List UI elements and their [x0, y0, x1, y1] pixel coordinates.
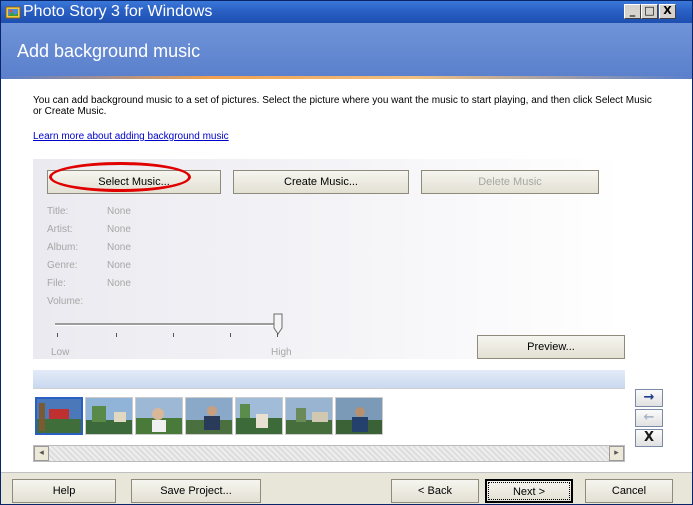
filmstrip-header: [33, 370, 625, 388]
delete-music-button[interactable]: Delete Music: [421, 170, 599, 194]
cancel-button[interactable]: Cancel: [585, 479, 673, 503]
filmstrip-thumbnail[interactable]: [335, 397, 383, 435]
filmstrip-thumbnail[interactable]: [35, 397, 83, 435]
delete-music-label: Delete Music: [478, 176, 542, 188]
genre-label: Genre:: [47, 260, 78, 271]
maximize-button[interactable]: □: [641, 4, 658, 19]
next-button[interactable]: Next >: [485, 479, 573, 503]
volume-label: Volume:: [47, 296, 84, 307]
photo-story-app-icon: [5, 6, 21, 19]
page-title: Add background music: [17, 41, 201, 61]
filmstrip: [33, 388, 625, 444]
scroll-right-arrow-icon[interactable]: ▸: [609, 446, 624, 461]
volume-tick: [277, 333, 278, 337]
scroll-left-arrow-icon[interactable]: ◂: [34, 446, 49, 461]
filmstrip-thumbnail[interactable]: [85, 397, 133, 435]
album-value: None: [107, 242, 131, 253]
close-button[interactable]: X: [659, 4, 676, 19]
filmstrip-scrollbar[interactable]: ◂ ▸: [33, 445, 625, 462]
artist-value: None: [107, 224, 131, 235]
highlight-annotation: [49, 162, 191, 192]
wizard-header: Add background music: [1, 23, 692, 79]
save-project-button[interactable]: Save Project...: [131, 479, 261, 503]
filmstrip-thumbnail[interactable]: [235, 397, 283, 435]
photo-story-window: Photo Story 3 for Windows _ □ X Add back…: [0, 0, 693, 505]
file-label: File:: [47, 278, 66, 289]
wizard-button-bar: Help Save Project... < Back Next > Cance…: [1, 472, 692, 504]
instructions-text: You can add background music to a set of…: [33, 95, 652, 117]
move-left-button[interactable]: ←: [635, 409, 663, 427]
create-music-button[interactable]: Create Music...: [233, 170, 409, 194]
minimize-button[interactable]: _: [624, 4, 641, 19]
volume-slider-thumb[interactable]: [273, 313, 283, 335]
remove-picture-button[interactable]: X: [635, 429, 663, 447]
learn-more-link[interactable]: Learn more about adding background music: [33, 131, 229, 142]
move-right-button[interactable]: →: [635, 389, 663, 407]
file-value: None: [107, 278, 131, 289]
filmstrip-thumbnail[interactable]: [185, 397, 233, 435]
create-music-label: Create Music...: [284, 176, 358, 188]
volume-high-label: High: [271, 347, 292, 358]
album-label: Album:: [47, 242, 79, 253]
volume-tick: [116, 333, 117, 337]
volume-slider-track[interactable]: [55, 323, 281, 326]
back-button[interactable]: < Back: [391, 479, 479, 503]
title-bar: Photo Story 3 for Windows _ □ X: [1, 1, 692, 23]
filmstrip-thumbnail[interactable]: [285, 397, 333, 435]
volume-tick: [230, 333, 231, 337]
title-value: None: [107, 206, 131, 217]
preview-label: Preview...: [527, 341, 575, 353]
volume-tick: [173, 333, 174, 337]
artist-label: Artist:: [47, 224, 73, 235]
filmstrip-thumbnail[interactable]: [135, 397, 183, 435]
volume-tick: [57, 333, 58, 337]
window-title: Photo Story 3 for Windows: [23, 3, 213, 20]
title-label: Title:: [47, 206, 69, 217]
genre-value: None: [107, 260, 131, 271]
volume-low-label: Low: [51, 347, 70, 358]
main-content: You can add background music to a set of…: [1, 79, 692, 472]
preview-button[interactable]: Preview...: [477, 335, 625, 359]
help-button[interactable]: Help: [12, 479, 116, 503]
